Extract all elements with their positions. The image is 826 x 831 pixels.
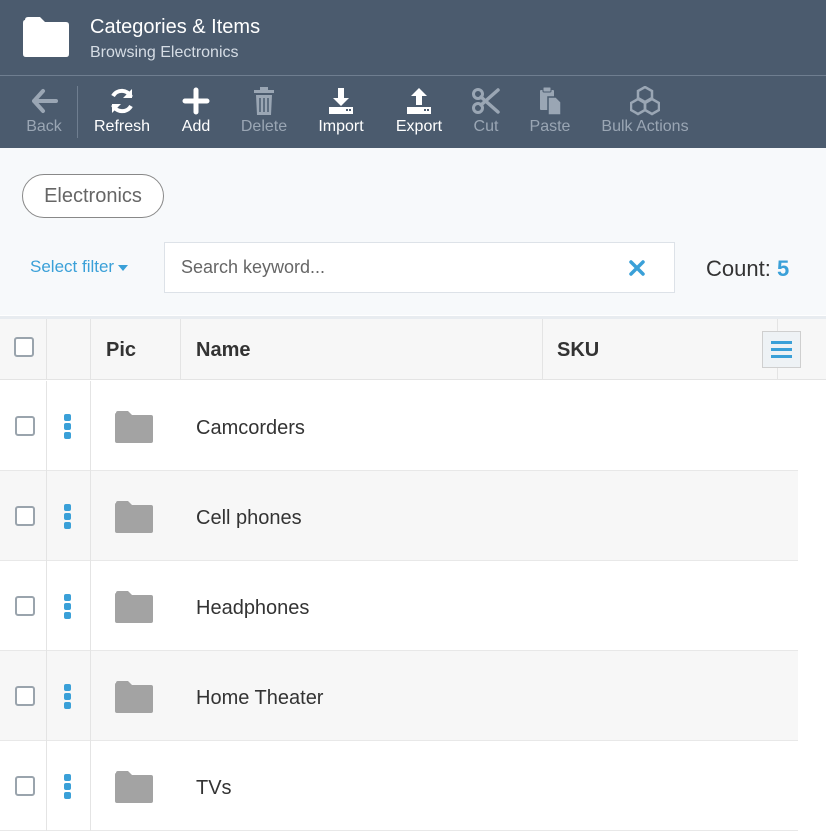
toolbar-divider [77, 86, 78, 138]
row-checkbox[interactable] [15, 686, 35, 706]
row-name: Home Theater [196, 687, 324, 709]
cell-divider [90, 741, 91, 831]
row-menu-icon[interactable] [64, 684, 72, 710]
folder-icon [23, 17, 69, 57]
folder-icon [115, 411, 153, 443]
row-checkbox[interactable] [15, 596, 35, 616]
cell-divider [90, 381, 91, 471]
cell-divider [46, 381, 47, 471]
header-pic-cell[interactable]: Pic [91, 319, 181, 380]
search-box [164, 242, 675, 293]
count-label: Count: [706, 256, 771, 281]
import-label: Import [318, 118, 364, 135]
export-button[interactable]: Export [390, 76, 448, 148]
bulk-actions-label: Bulk Actions [601, 118, 689, 135]
caret-down-icon [118, 264, 129, 271]
count-value: 5 [776, 256, 790, 281]
select-filter-label: Select filter [30, 257, 115, 276]
hamburger-icon [771, 341, 792, 358]
search-input[interactable] [165, 243, 615, 292]
paste-icon [540, 86, 562, 116]
cell-divider [90, 651, 91, 741]
select-filter-dropdown[interactable]: Select filter [30, 257, 129, 277]
row-menu-icon[interactable] [64, 414, 72, 440]
row-checkbox[interactable] [15, 776, 35, 796]
row-checkbox[interactable] [15, 506, 35, 526]
table-row[interactable]: TVs [0, 741, 798, 831]
add-label: Add [181, 118, 211, 135]
folder-icon [115, 681, 153, 713]
download-icon [329, 88, 353, 114]
header-name-cell[interactable]: Name [181, 319, 543, 380]
folder-icon [115, 771, 153, 803]
column-menu-button[interactable] [762, 331, 801, 368]
export-label: Export [395, 118, 443, 135]
row-menu-icon[interactable] [64, 594, 72, 620]
row-name: TVs [196, 777, 232, 799]
add-button[interactable]: Add [172, 76, 220, 148]
table-row[interactable]: Headphones [0, 561, 798, 651]
cell-divider [46, 471, 47, 561]
column-header-pic: Pic [106, 339, 137, 361]
row-name: Camcorders [196, 417, 305, 439]
cell-divider [46, 561, 47, 651]
row-name: Headphones [196, 597, 310, 619]
scissors-icon [472, 88, 500, 114]
row-checkbox[interactable] [15, 416, 35, 436]
paste-button[interactable]: Paste [524, 76, 576, 148]
cell-divider [90, 561, 91, 651]
folder-icon [115, 501, 153, 533]
back-button[interactable]: Back [18, 76, 70, 148]
cell-divider [46, 651, 47, 741]
clear-search-icon[interactable] [627, 258, 647, 278]
folder-icon [115, 591, 153, 623]
row-menu-icon[interactable] [64, 774, 72, 800]
cut-button[interactable]: Cut [466, 76, 506, 148]
toolbar: Back Refresh Add Delete Import Export Cu… [0, 76, 826, 148]
arrow-left-icon [32, 89, 58, 113]
table-row[interactable]: Camcorders [0, 381, 798, 471]
column-header-sku: SKU [557, 339, 600, 361]
app-header: Categories & Items Browsing Electronics [0, 0, 826, 76]
breadcrumb-electronics[interactable]: Electronics [22, 174, 164, 218]
cubes-icon [630, 86, 660, 116]
import-button[interactable]: Import [312, 76, 370, 148]
item-count: Count: 5 [706, 256, 789, 282]
trash-icon [254, 87, 274, 115]
row-menu-icon[interactable] [64, 504, 72, 530]
cell-divider [46, 741, 47, 831]
cell-divider [90, 471, 91, 561]
refresh-icon [111, 88, 133, 114]
table-row[interactable]: Cell phones [0, 471, 798, 561]
cut-label: Cut [473, 118, 499, 135]
header-sku-cell[interactable]: SKU [543, 319, 778, 380]
table-header: Pic Name SKU [0, 316, 826, 380]
plus-icon [182, 87, 210, 115]
header-select-cell [0, 319, 47, 380]
delete-button[interactable]: Delete [236, 76, 292, 148]
select-all-checkbox[interactable] [14, 337, 34, 357]
table-row[interactable]: Home Theater [0, 651, 798, 741]
bulk-actions-button[interactable]: Bulk Actions [596, 76, 694, 148]
row-name: Cell phones [196, 507, 302, 529]
delete-label: Delete [240, 118, 288, 135]
page-title: Categories & Items [90, 16, 261, 38]
refresh-button[interactable]: Refresh [88, 76, 156, 148]
header-actions-cell [47, 319, 91, 380]
back-label: Back [26, 118, 62, 135]
column-header-name: Name [196, 339, 251, 361]
refresh-label: Refresh [93, 118, 151, 135]
page-subtitle: Browsing Electronics [90, 44, 239, 61]
paste-label: Paste [529, 118, 571, 135]
upload-icon [407, 88, 431, 114]
